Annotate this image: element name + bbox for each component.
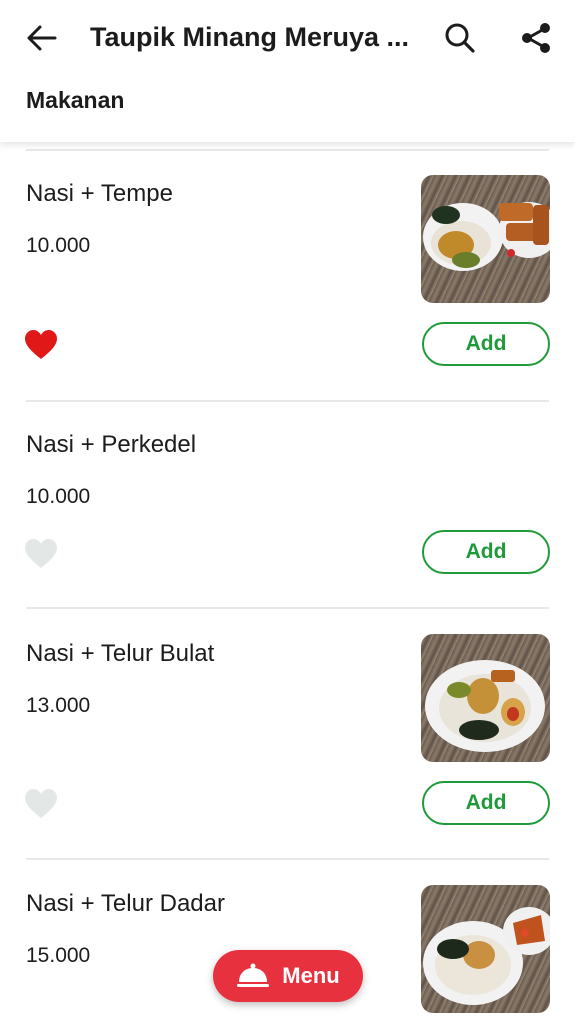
divider [26,400,549,402]
item-price: 10.000 [26,485,91,508]
item-image[interactable] [421,634,550,762]
cloche-icon [237,963,270,987]
item-image[interactable] [421,175,550,303]
food-image-icon [423,907,550,1005]
category-title: Makanan [26,87,125,113]
heart-icon[interactable] [24,329,58,361]
item-image[interactable] [421,885,550,1013]
divider [26,149,549,151]
item-name: Nasi + Perkedel [26,431,197,458]
item-price: 10.000 [26,234,91,257]
arrow-left-icon [27,25,57,51]
back-button[interactable] [22,18,62,58]
item-price: 13.000 [26,694,91,717]
menu-button-label: Menu [282,963,340,988]
food-image-icon [425,660,545,752]
add-button[interactable]: Add [422,781,550,825]
share-icon [522,23,550,53]
item-price: 15.000 [26,944,91,967]
share-button[interactable] [516,18,556,58]
search-icon [445,23,475,53]
add-button[interactable]: Add [422,530,550,574]
search-button[interactable] [440,18,480,58]
heart-icon[interactable] [24,788,58,820]
app-header: Taupik Minang Meruya ... Makanan [0,0,575,142]
divider [26,607,549,609]
item-name: Nasi + Tempe [26,180,173,207]
item-name: Nasi + Telur Bulat [26,640,215,667]
add-button[interactable]: Add [422,322,550,366]
page-title: Taupik Minang Meruya ... [90,22,410,52]
heart-icon[interactable] [24,538,58,570]
item-name: Nasi + Telur Dadar [26,890,225,917]
menu-button[interactable]: Menu [213,950,363,1002]
divider [26,858,549,860]
food-image-icon [423,202,550,271]
